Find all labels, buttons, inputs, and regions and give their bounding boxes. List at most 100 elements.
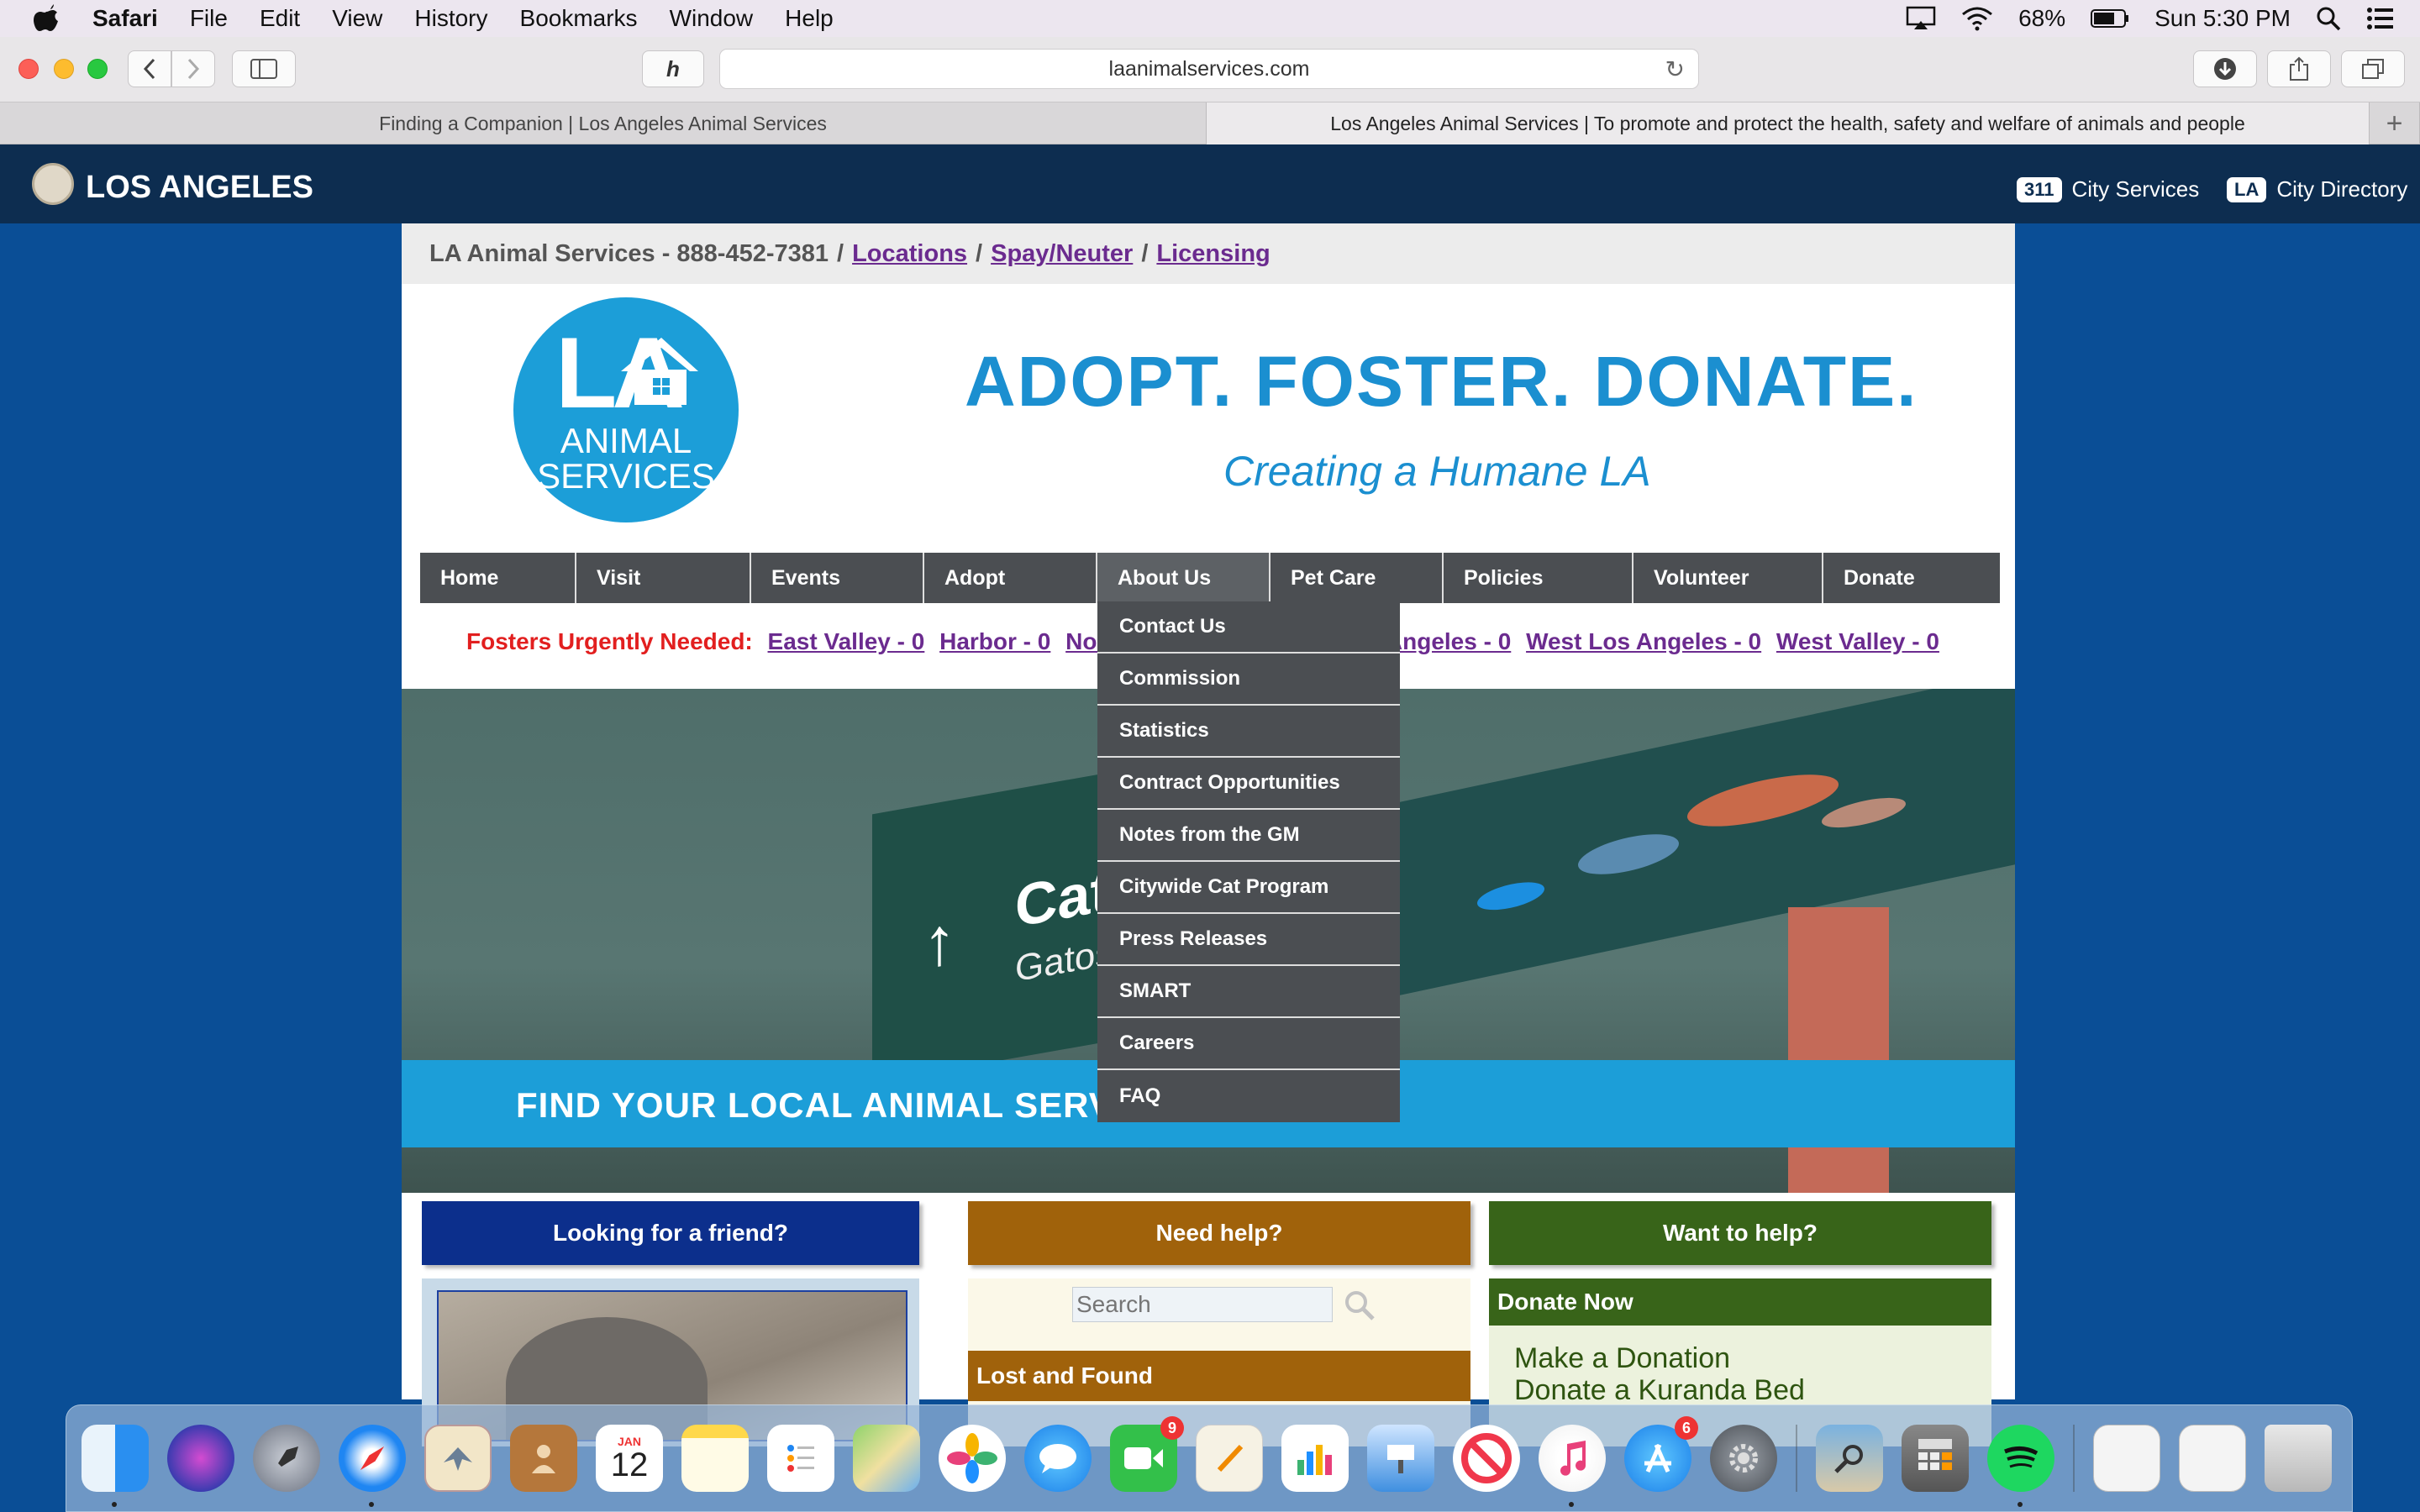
tab-la-animal-services[interactable]: Los Angeles Animal Services | To promote… (1207, 102, 2370, 144)
siri-icon[interactable] (167, 1425, 234, 1492)
spay-neuter-link[interactable]: Spay/Neuter (991, 240, 1133, 268)
preview-icon[interactable] (1816, 1425, 1883, 1492)
tab-finding-companion[interactable]: Finding a Companion | Los Angeles Animal… (0, 102, 1207, 144)
mail-icon[interactable] (424, 1425, 492, 1492)
honey-extension-button[interactable]: h (642, 50, 704, 87)
city-directory-link[interactable]: LA City Directory (2227, 176, 2407, 202)
downloads-button[interactable] (2193, 50, 2257, 87)
app-store-icon[interactable]: 6 (1624, 1416, 1698, 1492)
foster-harbor-link[interactable]: Harbor - 0 (939, 628, 1050, 654)
dropdown-statistics[interactable]: Statistics (1097, 706, 1400, 758)
city-directory-label: City Directory (2276, 176, 2408, 202)
search-input[interactable] (1072, 1287, 1333, 1322)
messages-icon[interactable] (1024, 1425, 1092, 1492)
menubar-clock[interactable]: Sun 5:30 PM (2154, 5, 2291, 32)
launchpad-icon[interactable] (253, 1425, 320, 1492)
dropdown-contact-us[interactable]: Contact Us (1097, 601, 1400, 654)
pages-icon[interactable] (1196, 1425, 1263, 1492)
notes-icon[interactable] (681, 1425, 749, 1492)
maps-icon[interactable] (853, 1425, 920, 1492)
tab-bar: Finding a Companion | Los Angeles Animal… (0, 102, 2420, 144)
looking-for-friend-button[interactable]: Looking for a friend? (422, 1201, 919, 1265)
window-zoom-button[interactable] (87, 59, 108, 79)
nav-pet-care[interactable]: Pet Care (1270, 553, 1444, 603)
make-donation-link[interactable]: Make a Donation (1514, 1342, 1805, 1374)
safari-icon[interactable] (339, 1425, 406, 1507)
trash-icon[interactable] (2265, 1425, 2332, 1492)
foster-west-valley-link[interactable]: West Valley - 0 (1776, 628, 1939, 654)
dropdown-commission[interactable]: Commission (1097, 654, 1400, 706)
donate-kuranda-bed-link[interactable]: Donate a Kuranda Bed (1514, 1374, 1805, 1406)
nav-events[interactable]: Events (751, 553, 924, 603)
calendar-icon[interactable]: JAN 12 (596, 1425, 663, 1492)
foster-west-la-link[interactable]: West Los Angeles - 0 (1526, 628, 1761, 654)
nav-donate[interactable]: Donate (1823, 553, 2000, 603)
menu-edit[interactable]: Edit (260, 5, 300, 32)
app-store-a-icon (1644, 1443, 1671, 1473)
banner-tagline: ADOPT. FOSTER. DONATE. (965, 342, 1918, 421)
locations-link[interactable]: Locations (852, 240, 967, 268)
itunes-icon[interactable] (1539, 1425, 1606, 1507)
new-tab-button[interactable]: + (2370, 102, 2420, 144)
menu-view[interactable]: View (332, 5, 382, 32)
wifi-icon[interactable] (1961, 6, 1993, 31)
nav-visit[interactable]: Visit (576, 553, 751, 603)
calculator-icon[interactable] (1902, 1425, 1969, 1492)
dropdown-faq[interactable]: FAQ (1097, 1070, 1400, 1122)
dropdown-contract-opportunities[interactable]: Contract Opportunities (1097, 758, 1400, 810)
system-preferences-icon[interactable] (1710, 1425, 1777, 1492)
dropdown-notes-from-gm[interactable]: Notes from the GM (1097, 810, 1400, 862)
macos-dock: JAN 12 9 6 (66, 1404, 2353, 1512)
nav-volunteer[interactable]: Volunteer (1634, 553, 1823, 603)
photos-icon[interactable] (939, 1425, 1006, 1492)
keynote-icon[interactable] (1367, 1425, 1434, 1492)
notification-center-icon[interactable] (2366, 7, 2395, 30)
facetime-icon[interactable]: 9 (1110, 1416, 1184, 1492)
dropdown-careers[interactable]: Careers (1097, 1018, 1400, 1070)
need-help-button[interactable]: Need help? (968, 1201, 1470, 1265)
minimized-window-1[interactable] (2093, 1425, 2160, 1492)
menu-history[interactable]: History (414, 5, 487, 32)
apple-menu-icon[interactable] (34, 4, 59, 33)
search-icon[interactable] (1343, 1289, 1376, 1322)
foster-east-valley-link[interactable]: East Valley - 0 (768, 628, 925, 654)
city-seal-logo[interactable] (32, 163, 74, 205)
forward-button[interactable] (171, 50, 215, 87)
tab-overview-button[interactable] (2341, 50, 2405, 87)
licensing-link[interactable]: Licensing (1156, 240, 1270, 268)
reload-icon[interactable]: ↻ (1665, 55, 1685, 83)
city-title[interactable]: LOS ANGELES (86, 170, 313, 206)
want-to-help-button[interactable]: Want to help? (1489, 1201, 1991, 1265)
menu-help[interactable]: Help (785, 5, 834, 32)
airplay-icon[interactable] (1906, 6, 1936, 31)
share-button[interactable] (2267, 50, 2331, 87)
city-services-link[interactable]: 311 City Services (2017, 176, 2199, 202)
contacts-icon[interactable] (510, 1425, 577, 1492)
menu-app-safari[interactable]: Safari (92, 5, 158, 32)
nav-policies[interactable]: Policies (1444, 553, 1634, 603)
sidebar-toggle-button[interactable] (232, 50, 296, 87)
battery-icon[interactable] (2091, 8, 2129, 29)
window-minimize-button[interactable] (54, 59, 74, 79)
finder-icon[interactable] (82, 1425, 149, 1507)
window-close-button[interactable] (18, 59, 39, 79)
back-button[interactable] (128, 50, 171, 87)
nav-adopt[interactable]: Adopt (924, 553, 1097, 603)
spotlight-search-icon[interactable] (2316, 6, 2341, 31)
address-bar[interactable]: laanimalservices.com ↻ (719, 49, 1699, 89)
menu-file[interactable]: File (190, 5, 228, 32)
numbers-icon[interactable] (1281, 1425, 1349, 1492)
dropdown-smart[interactable]: SMART (1097, 966, 1400, 1018)
menu-bookmarks[interactable]: Bookmarks (520, 5, 638, 32)
dropdown-citywide-cat-program[interactable]: Citywide Cat Program (1097, 862, 1400, 914)
minimized-window-2[interactable] (2179, 1425, 2246, 1492)
lost-and-found-header[interactable]: Lost and Found (968, 1351, 1470, 1401)
reminders-icon[interactable] (767, 1425, 834, 1492)
la-animal-services-logo[interactable]: LA ANIMAL SERVICES (513, 297, 739, 522)
menu-window[interactable]: Window (670, 5, 754, 32)
nav-about-us[interactable]: About Us (1097, 553, 1270, 603)
news-icon[interactable] (1453, 1425, 1520, 1492)
dropdown-press-releases[interactable]: Press Releases (1097, 914, 1400, 966)
nav-home[interactable]: Home (420, 553, 576, 603)
spotify-icon[interactable] (1987, 1425, 2054, 1507)
